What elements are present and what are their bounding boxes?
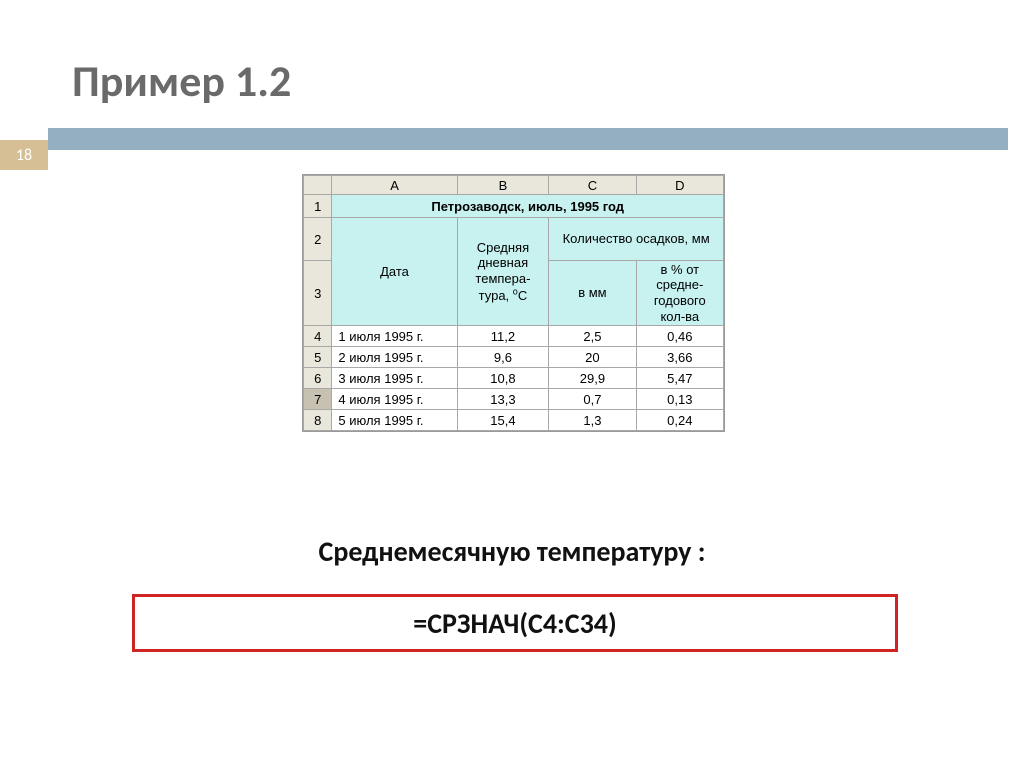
- header-precip-group: Количество осадков, мм: [549, 218, 724, 261]
- table-title: Петрозаводск, июль, 1995 год: [332, 195, 724, 218]
- caption-text: Среднемесячную температуру :: [0, 534, 1024, 569]
- col-header-B: B: [457, 176, 549, 195]
- page-number-badge: 18: [0, 140, 48, 170]
- row-num-1: 1: [304, 195, 332, 218]
- row-num-7: 7: [304, 389, 332, 410]
- corner-cell: [304, 176, 332, 195]
- cell-mm: 1,3: [549, 410, 636, 431]
- cell-pct: 3,66: [636, 347, 723, 368]
- header-row-upper: 2 Дата Средняядневнаятемпера-тура, oС Ко…: [304, 218, 724, 261]
- table-row: 4 1 июля 1995 г. 11,2 2,5 0,46: [304, 326, 724, 347]
- cell-date: 2 июля 1995 г.: [332, 347, 457, 368]
- header-temp-text: Средняядневнаятемпера-тура, oС: [475, 240, 530, 303]
- row-num-6: 6: [304, 368, 332, 389]
- spreadsheet: A B C D 1 Петрозаводск, июль, 1995 год 2…: [302, 174, 725, 432]
- cell-temp: 9,6: [457, 347, 549, 368]
- header-precip-mm: в мм: [549, 261, 636, 326]
- header-precip-pct-text: в % отсредне-годовогокол-ва: [654, 262, 706, 324]
- table-row-selected: 7 4 июля 1995 г. 13,3 0,7 0,13: [304, 389, 724, 410]
- row-num-3: 3: [304, 261, 332, 326]
- cell-mm: 29,9: [549, 368, 636, 389]
- cell-date: 3 июля 1995 г.: [332, 368, 457, 389]
- cell-temp: 13,3: [457, 389, 549, 410]
- cell-date: 4 июля 1995 г.: [332, 389, 457, 410]
- col-header-D: D: [636, 176, 723, 195]
- cell-date: 1 июля 1995 г.: [332, 326, 457, 347]
- table-row: 8 5 июля 1995 г. 15,4 1,3 0,24: [304, 410, 724, 431]
- column-header-row: A B C D: [304, 176, 724, 195]
- row-num-4: 4: [304, 326, 332, 347]
- cell-mm: 20: [549, 347, 636, 368]
- slide-title: Пример 1.2: [72, 54, 291, 108]
- header-precip-pct: в % отсредне-годовогокол-ва: [636, 261, 723, 326]
- header-date: Дата: [332, 218, 457, 326]
- row-num-5: 5: [304, 347, 332, 368]
- row-num-8: 8: [304, 410, 332, 431]
- cell-pct: 0,13: [636, 389, 723, 410]
- table-row: 5 2 июля 1995 г. 9,6 20 3,66: [304, 347, 724, 368]
- header-temp: Средняядневнаятемпера-тура, oС: [457, 218, 549, 326]
- cell-mm: 2,5: [549, 326, 636, 347]
- cell-temp: 10,8: [457, 368, 549, 389]
- cell-pct: 0,46: [636, 326, 723, 347]
- col-header-C: C: [549, 176, 636, 195]
- cell-pct: 0,24: [636, 410, 723, 431]
- slide: Пример 1.2 18 A B C D 1 Петрозаводск, ию…: [0, 0, 1024, 768]
- formula-text: =СРЗНАЧ(C4:C34): [413, 606, 616, 641]
- row-num-2: 2: [304, 218, 332, 261]
- cell-temp: 15,4: [457, 410, 549, 431]
- cell-date: 5 июля 1995 г.: [332, 410, 457, 431]
- table-row: 6 3 июля 1995 г. 10,8 29,9 5,47: [304, 368, 724, 389]
- title-rule: [48, 128, 1008, 150]
- col-header-A: A: [332, 176, 457, 195]
- table-title-row: 1 Петрозаводск, июль, 1995 год: [304, 195, 724, 218]
- formula-box: =СРЗНАЧ(C4:C34): [132, 594, 898, 652]
- cell-temp: 11,2: [457, 326, 549, 347]
- cell-mm: 0,7: [549, 389, 636, 410]
- cell-pct: 5,47: [636, 368, 723, 389]
